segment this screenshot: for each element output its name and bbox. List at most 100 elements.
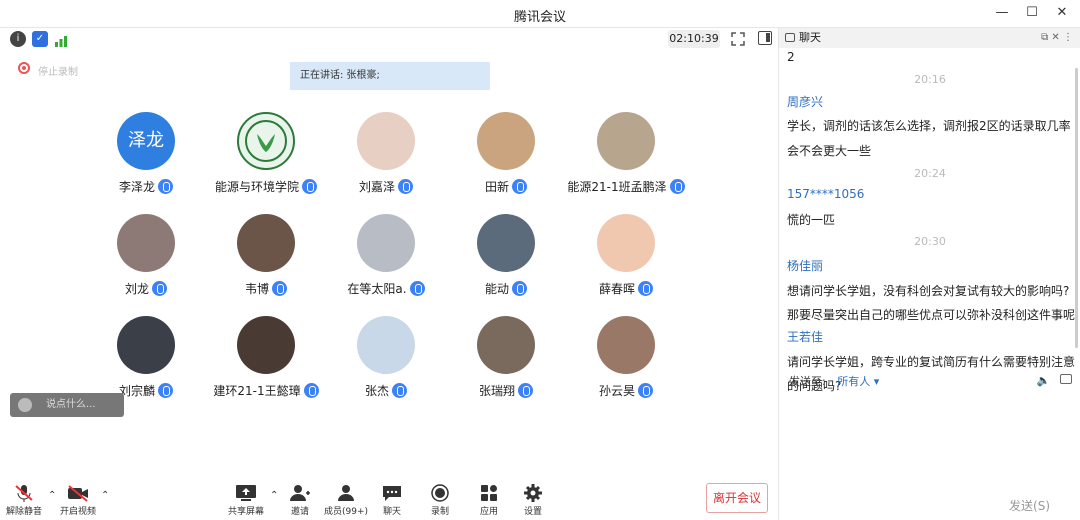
chat-scrollbar[interactable] [1075,68,1078,348]
participant-name: 孙云昊 [598,384,635,398]
participant-avatar [477,112,535,170]
leave-meeting-button[interactable]: 离开会议 [706,483,768,513]
settings-label: 设置 [523,507,542,517]
participant-tile[interactable]: 刘嘉泽 [326,112,446,202]
mic-icon [638,281,653,296]
participant-tile[interactable]: 张瑞翔 [446,316,566,406]
mic-icon [518,383,533,398]
meeting-toolbar: i ✓ 02:10:39 [0,28,778,50]
participant-name-row: 韦博 [206,280,326,297]
participant-avatar [357,316,415,374]
participant-avatar [477,214,535,272]
start-video-button[interactable]: 开启视频 [48,484,108,517]
minimize-button[interactable]: — [992,4,1012,22]
participant-tile[interactable]: 刘龙 [86,214,206,304]
more-icon[interactable]: ⋮ [1063,32,1073,43]
chat-message-text: 那要尽量突出自己的哪些优点可以弥补没科创这件事呢 [787,308,1076,322]
participant-name: 刘龙 [124,282,149,296]
send-to-label: 发送至: [789,375,826,388]
share-screen-icon [235,484,257,502]
participant-tile[interactable]: 韦博 [206,214,326,304]
close-chat-icon[interactable]: ✕ [1051,32,1059,43]
participant-avatar [357,214,415,272]
avatar-text [357,214,415,272]
participant-tile[interactable]: 张杰 [326,316,446,406]
chat-header-icon [785,33,795,42]
chat-message-text: 请问学长学姐，跨专业的复试简历有什么需要特别注意 [787,355,1076,369]
participant-name-row: 能动 [446,280,566,297]
mic-muted-icon [13,484,35,502]
participant-name: 能动 [484,282,509,296]
participant-name-row: 张杰 [326,382,446,399]
participant-name: 张杰 [364,384,389,398]
participant-avatar: 泽龙 [117,112,175,170]
send-button[interactable]: 发送(S) [1009,497,1050,514]
mic-icon [638,383,653,398]
shield-icon[interactable]: ✓ [32,31,48,47]
popout-icon[interactable]: ⧉ [1041,32,1048,43]
share-screen-button[interactable]: 共享屏幕 [216,484,276,517]
participant-avatar [117,316,175,374]
participant-name-row: 孙云昊 [566,382,686,399]
record-icon[interactable] [18,62,30,74]
settings-button[interactable]: 设置 [503,484,563,517]
avatar-text [237,316,295,374]
chat-message-text: 会不会更大一些 [787,144,872,158]
participant-tile[interactable]: 在等太阳a. [326,214,446,304]
maximize-button[interactable]: ☐ [1022,4,1042,22]
unmute-button[interactable]: 解除静音 [0,484,54,517]
layout-icon[interactable] [758,31,772,45]
participant-name: 能源21-1班孟鹏泽 [567,180,667,194]
participant-name-row: 建环21-1王懿璋 [206,382,326,399]
participant-avatar [597,112,655,170]
participant-name: 能源与环境学院 [214,180,299,194]
participant-name: 建环21-1王懿璋 [213,384,301,398]
participant-grid: 泽龙 李泽龙 能源与环境学院 刘嘉泽 田新 能源21-1班孟鹏泽 刘龙 韦博 在等太阳a. 能动 薛… [96,112,696,402]
participant-name: 在等太阳a. [347,282,407,296]
participant-avatar [117,214,175,272]
avatar-text [357,316,415,374]
record-dot-icon [429,484,451,502]
participant-avatar [477,316,535,374]
chat-timestamp: 20:24 [914,167,946,180]
smile-icon [18,398,32,412]
participant-tile[interactable]: 泽龙 李泽龙 [86,112,206,202]
participant-avatar [597,316,655,374]
chat-messages: 2 20:16 周彦兴 学长，调剂的话该怎么选择，调剂报2区的话录取几率 会不会更大一些… [779,48,1080,393]
participant-tile[interactable]: 薛春晖 [566,214,686,304]
participant-tile[interactable]: 能源21-1班孟鹏泽 [566,112,686,202]
participant-tile[interactable]: 能动 [446,214,566,304]
chat-sender: 157****1056 [787,187,865,201]
close-button[interactable]: ✕ [1052,4,1072,22]
volume-icon[interactable]: 🔈 [1037,374,1051,387]
participant-name-row: 刘嘉泽 [326,178,446,195]
fullscreen-icon[interactable] [730,31,746,47]
mic-icon [303,383,319,398]
signal-icon[interactable] [54,32,68,47]
participant-tile[interactable]: 能源与环境学院 [206,112,326,202]
recording-status[interactable]: 停止录制 [38,63,78,78]
participant-tile[interactable]: 建环21-1王懿璋 [206,316,326,406]
chat-sender: 杨佳丽 [787,259,824,273]
mic-icon [272,281,287,296]
video-options-chevron-icon[interactable]: ⌃ [101,490,109,501]
send-to-select[interactable]: 所有人 ▾ [837,375,879,388]
mic-icon [158,179,173,194]
participant-name-row: 薛春晖 [566,280,686,297]
image-icon[interactable] [1060,374,1072,384]
participant-avatar [357,112,415,170]
avatar-text [597,214,655,272]
participant-avatar [237,214,295,272]
avatar-text [237,214,295,272]
bottom-toolbar: 解除静音 ⌃ 开启视频 ⌃ 共享屏幕 ⌃ 邀请 成员(99+) 聊天 录制 应用… [0,478,778,520]
participant-name: 张瑞翔 [478,384,515,398]
participant-name-row: 能源与环境学院 [206,178,326,195]
participant-tile[interactable]: 孙云昊 [566,316,686,406]
info-icon[interactable]: i [10,31,26,47]
participant-tile[interactable]: 田新 [446,112,566,202]
participant-name: 刘嘉泽 [358,180,395,194]
members-icon [335,484,357,502]
chat-title: 聊天 [799,31,821,44]
participant-name: 刘宗麟 [118,384,155,398]
say-something-box[interactable]: 说点什么... [10,393,124,417]
